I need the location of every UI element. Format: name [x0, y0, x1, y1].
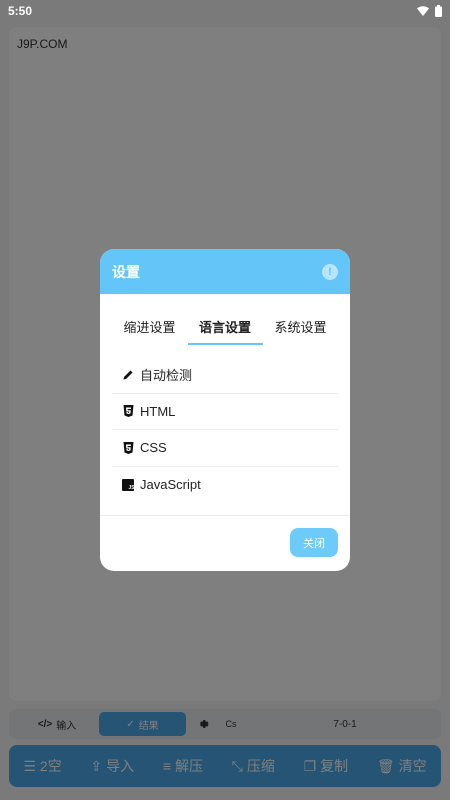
status-time: 5:50	[8, 4, 33, 18]
close-button[interactable]: 关闭	[290, 528, 338, 557]
list-item-javascript[interactable]: JS JavaScript	[112, 467, 338, 504]
html5-icon	[122, 405, 134, 418]
list-item-auto-detect[interactable]: 自动检测	[112, 357, 338, 394]
settings-dialog: 设置 ! 缩进设置 语言设置 系统设置 自动检测 HTML CSS J Java…	[100, 249, 350, 571]
battery-icon	[435, 5, 442, 17]
list-item-label: 自动检测	[140, 368, 193, 384]
list-item-label: HTML	[140, 403, 176, 419]
dialog-divider	[100, 515, 350, 516]
info-icon[interactable]: !	[322, 263, 338, 280]
list-item-html[interactable]: HTML	[112, 394, 338, 430]
js-icon: JS	[122, 478, 135, 491]
pencil-icon	[122, 369, 134, 381]
settings-tabs: 缩进设置 语言设置 系统设置	[100, 294, 350, 345]
css3-icon	[122, 441, 134, 454]
tab-language-settings[interactable]: 语言设置	[187, 294, 263, 345]
tab-indent-settings[interactable]: 缩进设置	[112, 294, 187, 345]
tab-system-settings[interactable]: 系统设置	[263, 294, 338, 345]
list-item-css[interactable]: CSS	[112, 430, 338, 467]
language-list: 自动检测 HTML CSS JS JavaScript	[100, 345, 350, 503]
svg-text:JS: JS	[129, 485, 135, 491]
list-item-label: JavaScript	[140, 477, 201, 493]
wifi-icon	[417, 6, 429, 16]
status-bar: 5:50	[0, 0, 450, 22]
dialog-title: 设置	[112, 263, 140, 280]
list-item-label: CSS	[140, 440, 167, 456]
dialog-header: 设置 !	[100, 249, 350, 294]
